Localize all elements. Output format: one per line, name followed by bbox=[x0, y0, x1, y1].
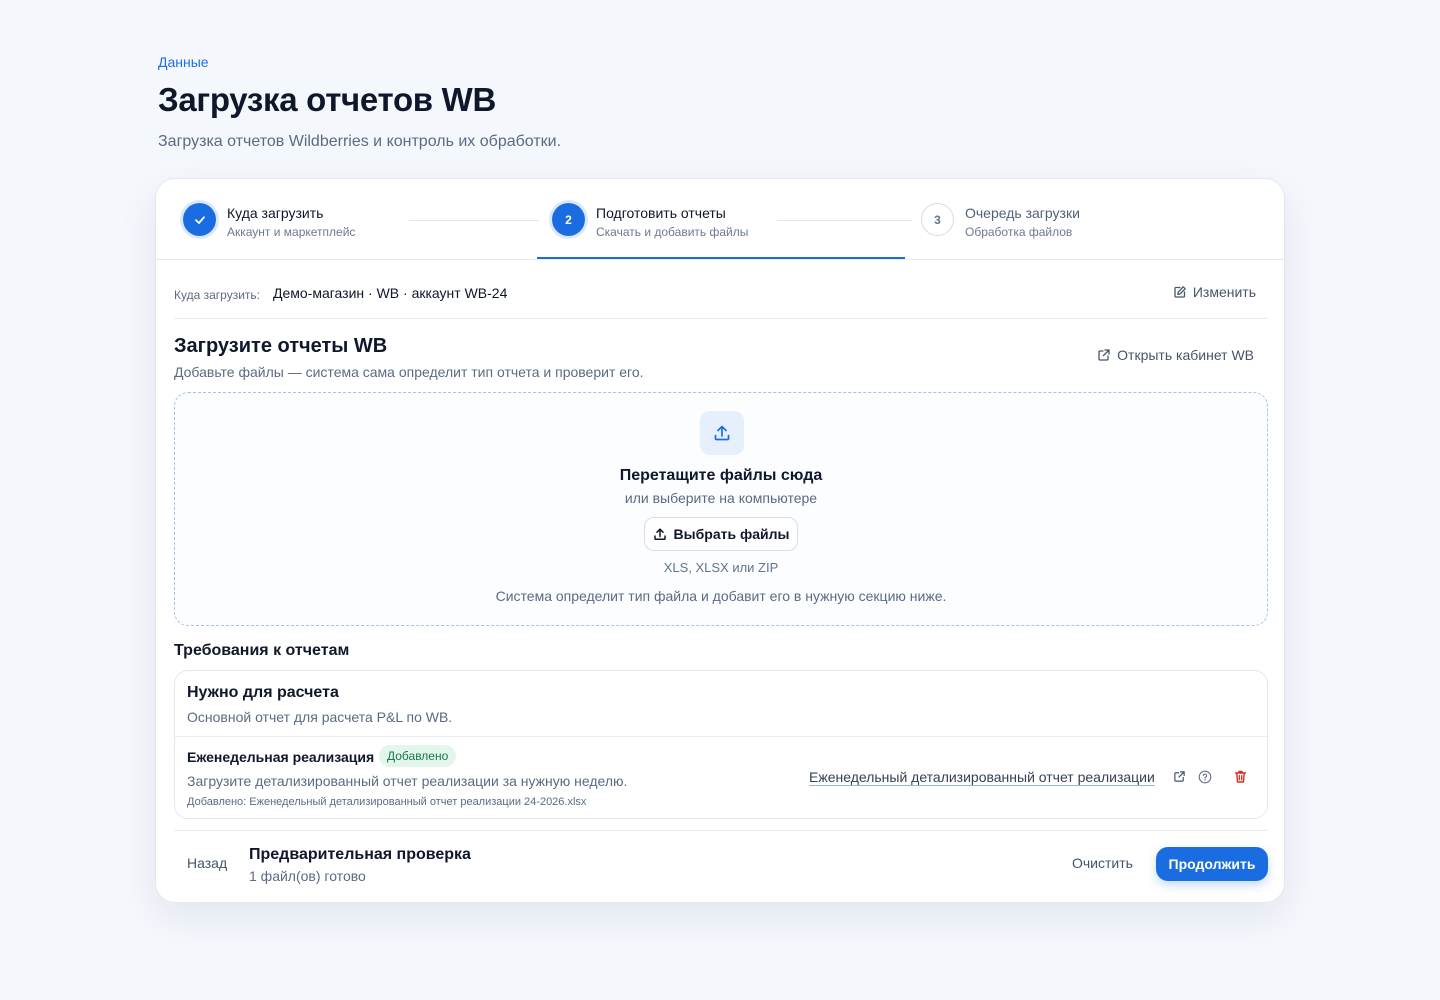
dropzone-title: Перетащите файлы сюда bbox=[619, 467, 823, 484]
upload-icon bbox=[700, 411, 744, 455]
precheck-title: Предварительная проверка bbox=[249, 846, 471, 863]
stepper: Куда загрузить Аккаунт и маркетплейс 2 П… bbox=[156, 179, 1284, 260]
upload-section-title: Загрузите отчеты WB bbox=[174, 335, 388, 357]
dropzone-formats: XLS, XLSX или ZIP bbox=[663, 560, 779, 575]
edit-icon bbox=[1174, 286, 1186, 298]
step-3-subtitle: Обработка файлов bbox=[965, 225, 1073, 239]
breadcrumb[interactable]: Данные bbox=[158, 52, 1058, 72]
requirement-item-file: Добавлено: Еженедельный детализированный… bbox=[187, 796, 587, 808]
requirement-item-title: Еженедельная реализация bbox=[187, 749, 375, 765]
step-connector bbox=[409, 220, 539, 221]
external-link-icon bbox=[1098, 349, 1110, 361]
external-link-icon[interactable] bbox=[1173, 770, 1186, 788]
continue-button[interactable]: Продолжить bbox=[1156, 847, 1268, 881]
page-header: Данные Загрузка отчетов WB Загрузка отче… bbox=[158, 52, 1058, 153]
card-footer: Назад Предварительная проверка 1 файл(ов… bbox=[174, 830, 1268, 902]
choose-files-label: Выбрать файлы bbox=[673, 526, 790, 542]
open-cabinet-label: Открыть кабинет WB bbox=[1117, 347, 1254, 363]
status-badge: Добавлено bbox=[379, 745, 457, 767]
step-2-subtitle: Скачать и добавить файлы bbox=[596, 225, 749, 239]
target-row: Куда загрузить: Демо-магазин · WB · акка… bbox=[174, 275, 1268, 319]
help-icon[interactable] bbox=[1198, 770, 1212, 789]
back-button[interactable]: Назад bbox=[187, 855, 227, 871]
trash-icon[interactable] bbox=[1233, 769, 1248, 789]
page-subtitle: Загрузка отчетов Wildberries и контроль … bbox=[158, 133, 562, 150]
choose-files-button[interactable]: Выбрать файлы bbox=[644, 517, 798, 551]
requirement-item-subtitle: Загрузите детализированный отчет реализа… bbox=[187, 773, 628, 789]
open-cabinet-link[interactable]: Открыть кабинет WB bbox=[1097, 347, 1254, 363]
clear-button[interactable]: Очистить bbox=[1072, 855, 1133, 871]
target-value: Демо-магазин · WB · аккаунт WB-24 bbox=[273, 285, 508, 301]
requirements-group: Нужно для расчета Основной отчет для рас… bbox=[174, 670, 1268, 819]
dropzone-subtitle: или выберите на компьютере bbox=[624, 490, 818, 506]
upload-section-subtitle: Добавьте файлы — система сама определит … bbox=[174, 364, 644, 380]
step-connector bbox=[777, 220, 912, 221]
step-1-subtitle: Аккаунт и маркетплейс bbox=[227, 225, 356, 239]
requirements-group-title: Нужно для расчета bbox=[187, 684, 339, 701]
requirements-title: Требования к отчетам bbox=[174, 642, 350, 659]
target-label: Куда загрузить: bbox=[174, 288, 260, 302]
page-title: Загрузка отчетов WB bbox=[158, 81, 497, 118]
active-step-indicator bbox=[537, 257, 905, 259]
requirements-group-header: Нужно для расчета Основной отчет для рас… bbox=[175, 671, 1267, 737]
step-2-title: Подготовить отчеты bbox=[596, 205, 726, 221]
edit-target-label: Изменить bbox=[1192, 284, 1256, 300]
requirements-group-subtitle: Основной отчет для расчета P&L по WB. bbox=[187, 709, 453, 725]
step-1-title: Куда загрузить bbox=[227, 205, 324, 221]
file-dropzone[interactable]: Перетащите файлы сюда или выберите на ко… bbox=[174, 392, 1268, 626]
upload-card: Куда загрузить Аккаунт и маркетплейс 2 П… bbox=[155, 178, 1285, 903]
upload-icon bbox=[653, 528, 666, 541]
edit-target-button[interactable]: Изменить bbox=[1173, 284, 1256, 300]
step-3-number: 3 bbox=[921, 203, 954, 236]
step-3-title: Очередь загрузки bbox=[965, 205, 1080, 221]
precheck-status: 1 файл(ов) готово bbox=[249, 868, 366, 884]
check-icon bbox=[183, 203, 216, 236]
step-2-number: 2 bbox=[552, 203, 585, 236]
report-instruction-link[interactable]: Еженедельный детализированный отчет реал… bbox=[809, 769, 1155, 786]
dropzone-note: Система определит тип файла и добавит ег… bbox=[495, 588, 947, 604]
